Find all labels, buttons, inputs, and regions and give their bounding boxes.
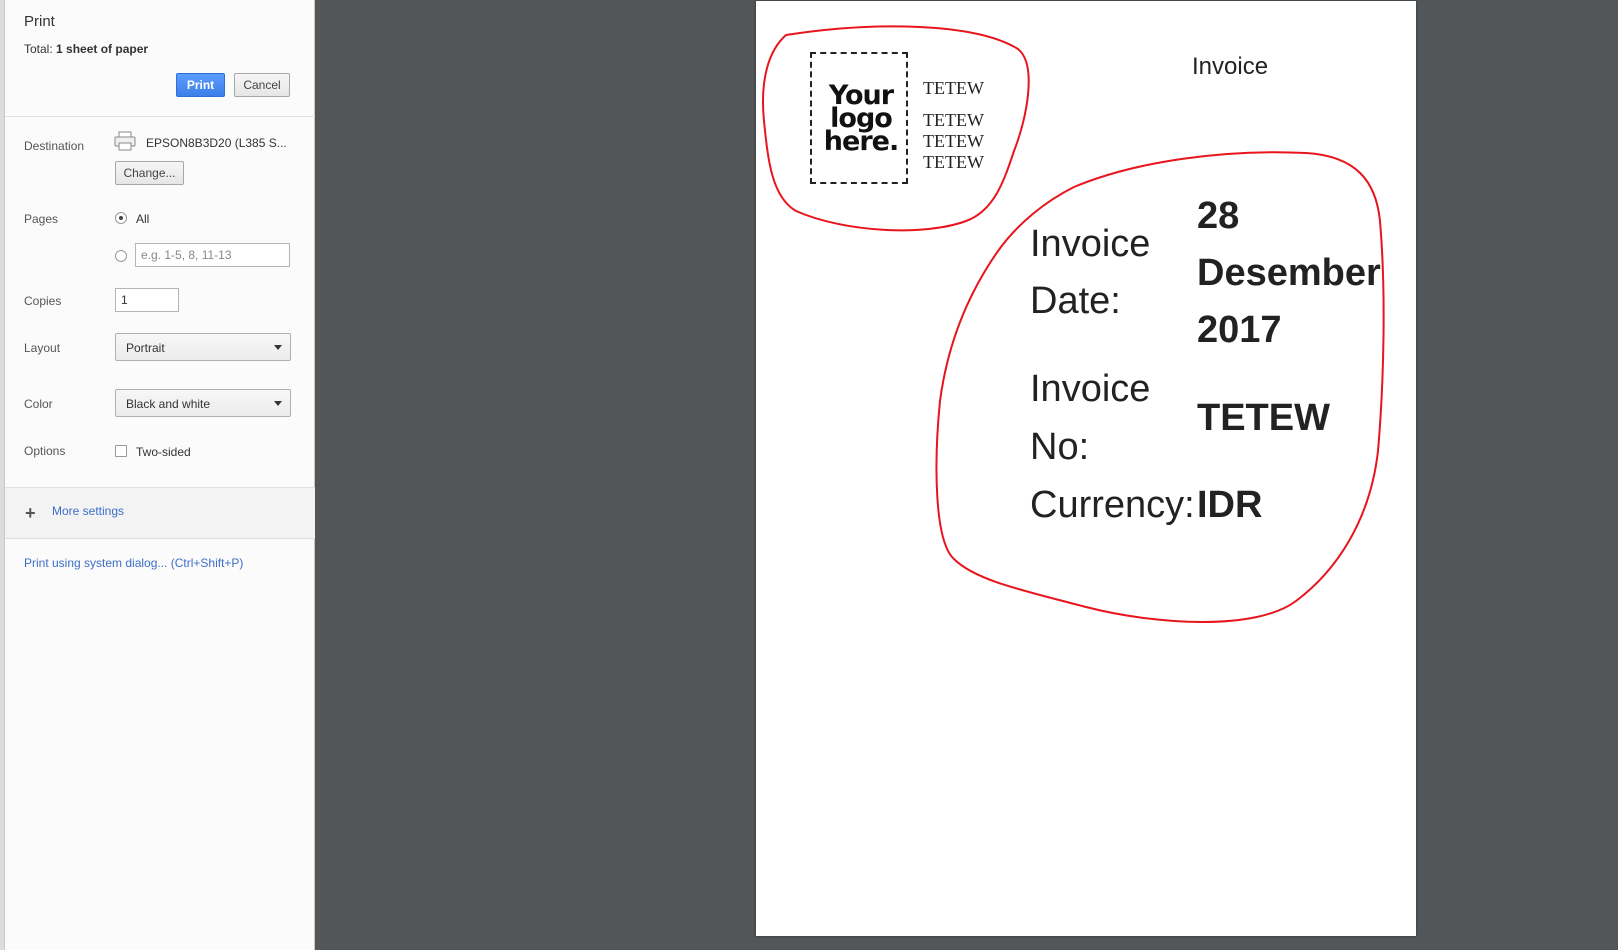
copies-input[interactable] xyxy=(115,288,179,312)
logo-text-line: here. xyxy=(823,126,899,157)
company-info-line: TETEW xyxy=(923,110,984,130)
invoice-date-label: Date: xyxy=(1030,280,1121,322)
color-selected-value: Black and white xyxy=(126,397,211,411)
sheet-total-prefix: Total: xyxy=(24,42,57,56)
pages-all-radio[interactable] xyxy=(115,212,127,224)
layout-select[interactable]: Portrait xyxy=(115,333,291,361)
chevron-down-icon xyxy=(274,401,282,406)
print-settings-sidebar: Print Total: 1 sheet of paper Print Canc… xyxy=(5,0,315,950)
invoice-date-value: Desember xyxy=(1197,252,1381,294)
destination-printer-name: EPSON8B3D20 (L385 S... xyxy=(146,136,287,150)
layout-label: Layout xyxy=(24,341,61,355)
pages-all-label: All xyxy=(136,212,150,226)
printer-icon xyxy=(114,131,136,151)
logo-placeholder: Your logo here. xyxy=(810,52,908,184)
plus-icon[interactable]: + xyxy=(25,504,36,522)
invoice-date-value: 28 xyxy=(1197,195,1240,237)
pages-custom-radio[interactable] xyxy=(115,250,127,262)
company-info-line: TETEW xyxy=(923,78,984,98)
invoice-no-label: No: xyxy=(1030,426,1090,468)
cancel-button[interactable]: Cancel xyxy=(234,73,290,97)
invoice-no-value: TETEW xyxy=(1197,397,1330,439)
options-label: Options xyxy=(24,444,66,458)
print-preview-page: Your logo here. TETEW TETEW TETEW TETEW … xyxy=(756,1,1416,936)
two-sided-checkbox[interactable] xyxy=(115,445,127,457)
invoice-heading: Invoice xyxy=(1192,53,1269,80)
annotation-circle-fields xyxy=(935,151,1385,623)
sheet-total-value: 1 sheet of paper xyxy=(56,42,149,56)
two-sided-label: Two-sided xyxy=(136,445,191,459)
currency-value: IDR xyxy=(1197,484,1263,526)
pages-label: Pages xyxy=(24,212,59,226)
invoice-date-value: 2017 xyxy=(1197,309,1282,351)
header-divider xyxy=(5,116,315,117)
copies-label: Copies xyxy=(24,294,62,308)
currency-label: Currency: xyxy=(1030,484,1195,526)
company-info-line: TETEW xyxy=(923,131,984,151)
chevron-down-icon xyxy=(274,345,282,350)
color-label: Color xyxy=(24,397,53,411)
destination-label: Destination xyxy=(24,139,85,153)
dialog-title: Print xyxy=(24,13,55,30)
sheet-total: Total: 1 sheet of paper xyxy=(24,42,148,56)
pages-range-input[interactable] xyxy=(135,243,290,267)
change-destination-button[interactable]: Change... xyxy=(115,161,184,185)
more-settings-link[interactable]: More settings xyxy=(52,504,124,518)
color-select[interactable]: Black and white xyxy=(115,389,291,417)
system-dialog-link[interactable]: Print using system dialog... (Ctrl+Shift… xyxy=(24,556,243,570)
company-info-line: TETEW xyxy=(923,152,984,172)
more-settings-section: + More settings xyxy=(5,487,315,539)
print-button[interactable]: Print xyxy=(176,73,225,97)
invoice-no-label: Invoice xyxy=(1030,368,1151,410)
layout-selected-value: Portrait xyxy=(126,341,165,355)
invoice-date-label: Invoice xyxy=(1030,223,1151,265)
